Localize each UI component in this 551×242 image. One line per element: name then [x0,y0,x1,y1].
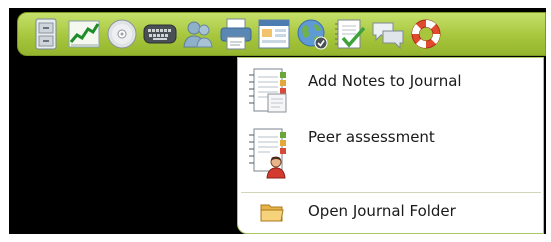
menu-item-add-notes[interactable]: Add Notes to Journal [238,62,543,122]
toolbar-button-printer[interactable] [217,15,255,53]
menu-item-peer-assessment[interactable]: Peer assessment [238,124,543,184]
toolbar-button-chart[interactable] [65,15,103,53]
file-cabinet-icon [35,18,57,50]
menu-item-label: Peer assessment [308,128,435,146]
toolbar-button-journal-check[interactable] [331,15,369,53]
calendar-window-icon [258,19,290,49]
users-icon [183,21,213,48]
toolbar-button-keyboard[interactable] [141,15,179,53]
globe-icon [297,19,328,50]
toolbar [17,12,546,56]
toolbar-button-calendar[interactable] [255,15,293,53]
keyboard-icon [143,24,177,44]
journal-dropdown-menu: Add Notes to Journal Peer assessment Ope… [237,57,544,234]
menu-item-label: Open Journal Folder [308,202,456,220]
chat-bubbles-icon [372,22,404,49]
journal-person-icon [249,128,286,179]
toolbar-button-file-cabinet[interactable] [27,15,65,53]
disc-icon [107,19,137,49]
toolbar-button-chat[interactable] [369,15,407,53]
toolbar-button-disc[interactable] [103,15,141,53]
toolbar-button-help[interactable] [407,15,445,53]
menu-item-label: Add Notes to Journal [308,72,462,90]
menu-separator [241,192,541,193]
life-ring-icon [411,19,441,49]
line-chart-icon [68,20,100,48]
toolbar-button-users[interactable] [179,15,217,53]
menu-item-open-folder[interactable]: Open Journal Folder [238,196,543,230]
printer-icon [220,18,252,50]
toolbar-button-globe[interactable] [293,15,331,53]
journal-check-icon [335,19,366,49]
folder-icon [260,204,284,222]
journal-notes-icon [249,68,287,113]
